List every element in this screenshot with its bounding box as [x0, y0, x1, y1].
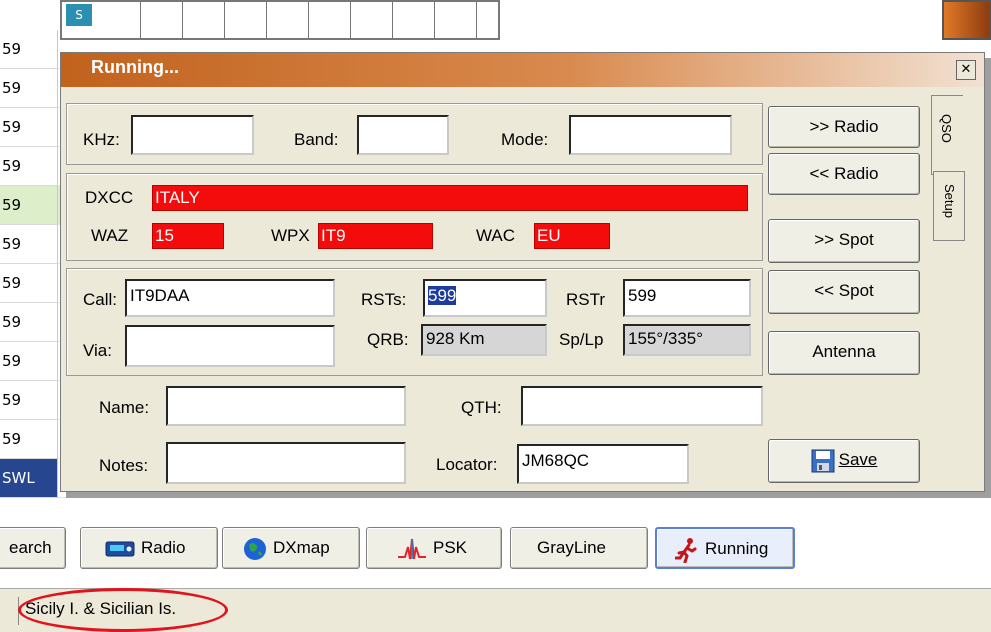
- splp-value: 155°/335°: [623, 324, 751, 356]
- antenna-button[interactable]: Antenna: [768, 331, 920, 375]
- radio-tab-label: Radio: [141, 538, 186, 557]
- khz-input[interactable]: [131, 115, 254, 155]
- row-number[interactable]: 59: [0, 69, 58, 108]
- splp-label: Sp/Lp: [559, 330, 604, 349]
- save-button[interactable]: Save: [768, 439, 920, 483]
- rstr-label: RSTr: [566, 290, 606, 309]
- save-label: Save: [838, 450, 878, 469]
- to-spot-button[interactable]: >> Spot: [768, 219, 920, 263]
- search-tab-button[interactable]: earch: [0, 527, 66, 569]
- tab-setup-label: Setup: [942, 184, 957, 218]
- globe-icon: [244, 537, 266, 560]
- annotation-ellipse: [18, 588, 228, 632]
- running-tab-label: Running: [705, 539, 769, 558]
- row-number[interactable]: 59: [0, 30, 58, 69]
- running-man-icon: [675, 537, 697, 563]
- locator-label: Locator:: [436, 455, 498, 474]
- from-spot-button[interactable]: << Spot: [768, 270, 920, 314]
- wac-label: WAC: [476, 226, 516, 245]
- from-radio-button[interactable]: << Radio: [768, 153, 920, 195]
- close-button[interactable]: ✕: [956, 60, 976, 80]
- psk-tab-label: PSK: [433, 538, 468, 557]
- grayline-tab-button[interactable]: GrayLine: [510, 527, 648, 569]
- row-number[interactable]: 59: [0, 186, 58, 225]
- dxmap-tab-button[interactable]: DXmap: [222, 527, 360, 569]
- tab-qso[interactable]: QSO: [931, 95, 963, 175]
- name-label: Name:: [99, 398, 150, 417]
- qth-input[interactable]: [521, 386, 763, 426]
- row-number[interactable]: 59: [0, 420, 58, 459]
- waz-value: 15: [152, 223, 224, 249]
- rsts-input[interactable]: 599: [423, 279, 547, 317]
- qth-label: QTH:: [461, 398, 502, 417]
- radio-tab-button[interactable]: Radio: [80, 527, 218, 569]
- band-label: Band:: [294, 130, 339, 149]
- via-label: Via:: [83, 341, 112, 360]
- dialog-title: Running...: [91, 57, 179, 77]
- name-input[interactable]: [166, 386, 406, 426]
- row-number[interactable]: 59: [0, 342, 58, 381]
- qrb-label: QRB:: [367, 330, 409, 349]
- psk-tab-button[interactable]: PSK: [366, 527, 502, 569]
- row-number[interactable]: 59: [0, 303, 58, 342]
- waz-label: WAZ: [91, 226, 129, 245]
- dxcc-value: ITALY: [152, 185, 748, 211]
- row-number[interactable]: 59: [0, 381, 58, 420]
- khz-label: KHz:: [83, 130, 120, 149]
- row-number[interactable]: SWL: [0, 459, 58, 498]
- dxcc-label: DXCC: [85, 188, 134, 207]
- to-radio-button[interactable]: >> Radio: [768, 106, 920, 148]
- mode-input[interactable]: [569, 115, 732, 155]
- call-input[interactable]: IT9DAA: [125, 279, 335, 317]
- row-number[interactable]: 59: [0, 225, 58, 264]
- notes-input[interactable]: [166, 442, 406, 484]
- notes-label: Notes:: [99, 456, 149, 475]
- tab-qso-label: QSO: [939, 114, 954, 143]
- row-number[interactable]: 59: [0, 264, 58, 303]
- dxmap-tab-label: DXmap: [273, 538, 330, 557]
- call-label: Call:: [83, 290, 118, 309]
- floppy-save-icon: [811, 449, 835, 473]
- radio-icon: [105, 541, 135, 557]
- qrb-value: 928 Km: [421, 324, 547, 356]
- wpx-label: WPX: [271, 226, 310, 245]
- mode-label: Mode:: [501, 130, 549, 149]
- running-dialog: Running... ✕ KHz: Band: Mode: DXCC ITALY…: [60, 52, 985, 492]
- top-badge: S: [66, 4, 92, 26]
- row-number[interactable]: 59: [0, 147, 58, 186]
- rstr-input[interactable]: 599: [623, 279, 751, 317]
- dialog-titlebar[interactable]: Running... ✕: [61, 53, 984, 87]
- psk-waveform-icon: [398, 538, 426, 559]
- rsts-label: RSTs:: [361, 290, 407, 309]
- via-input[interactable]: [125, 325, 335, 367]
- rsts-selected-text: 599: [428, 286, 457, 305]
- wac-value: EU: [534, 223, 610, 249]
- wpx-value: IT9: [318, 223, 433, 249]
- band-input[interactable]: [357, 115, 449, 155]
- row-number[interactable]: 59: [0, 108, 58, 147]
- tab-setup[interactable]: Setup: [933, 171, 965, 241]
- running-tab-button[interactable]: Running: [655, 527, 795, 569]
- locator-input[interactable]: JM68QC: [517, 444, 689, 484]
